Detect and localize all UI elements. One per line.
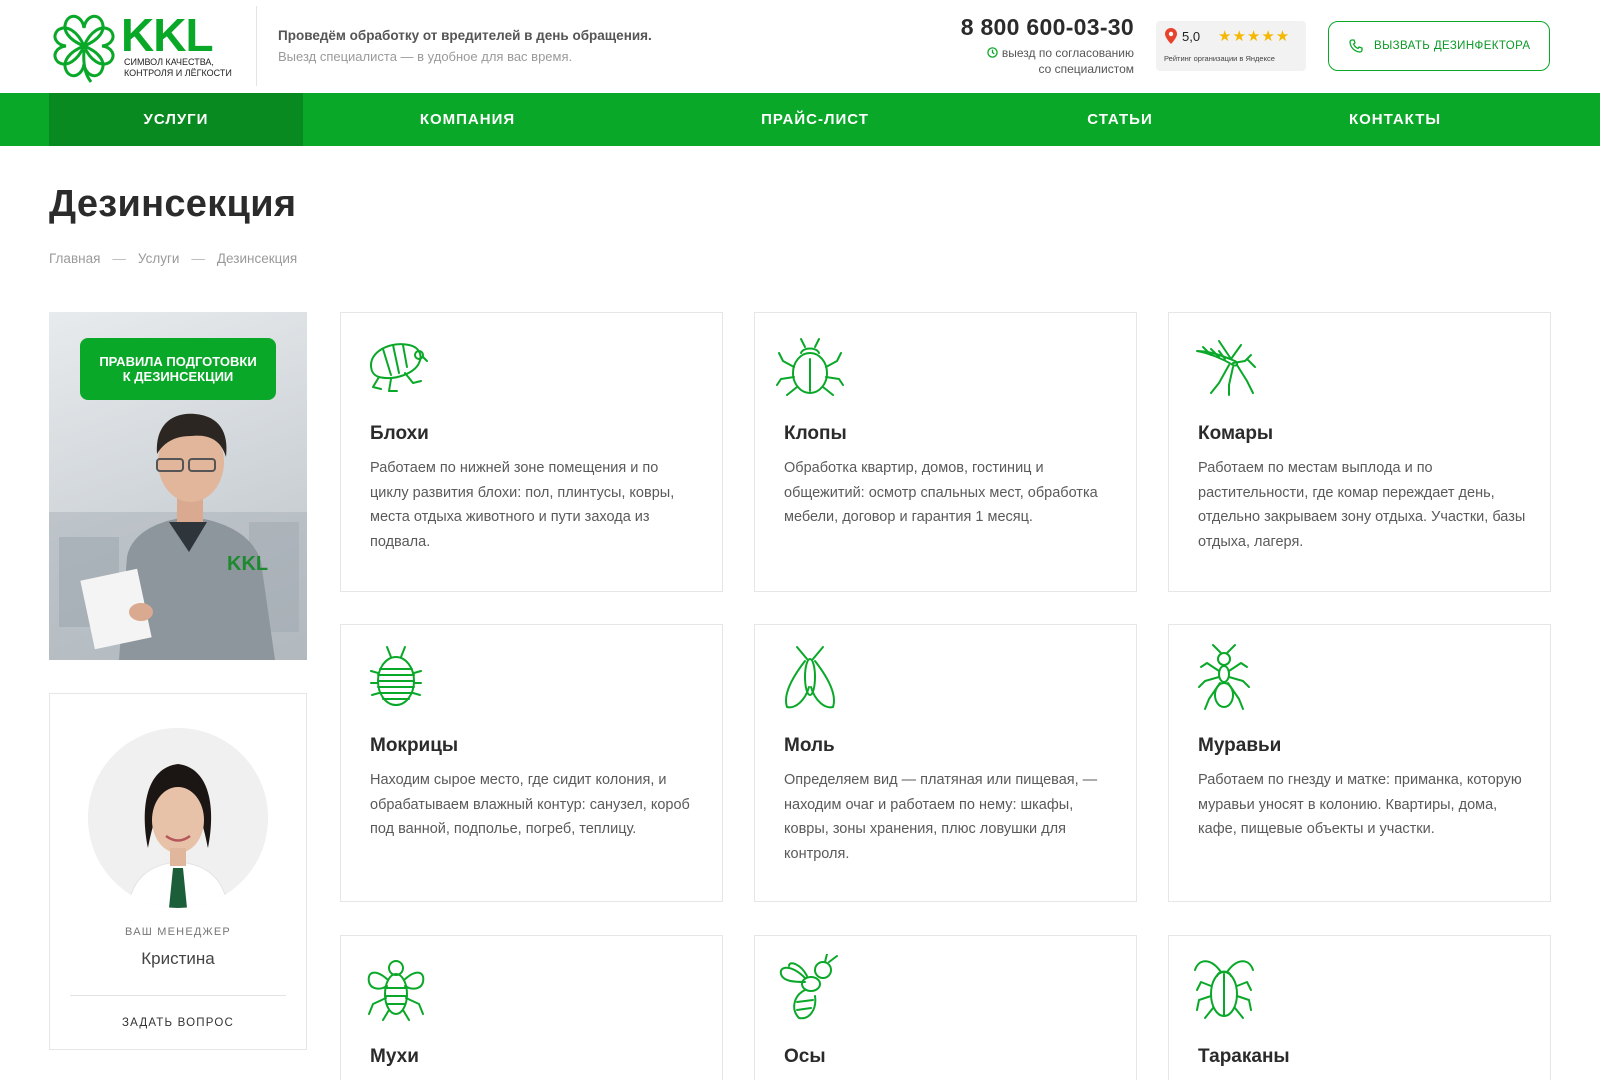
clock-icon	[987, 47, 998, 58]
divider	[70, 995, 286, 996]
visit-note-line1: выезд по согласованию	[1001, 46, 1134, 60]
rating-value: 5,0	[1182, 29, 1201, 44]
bedbug-icon	[776, 338, 844, 396]
cockroach-icon	[1194, 960, 1254, 1019]
breadcrumb-services[interactable]: Услуги	[138, 251, 180, 266]
preparation-rules-line2: к дезинсекции	[122, 369, 234, 384]
phone-icon	[1349, 39, 1363, 53]
breadcrumb-current: Дезинсекция	[216, 251, 298, 266]
wasp-icon	[779, 954, 838, 1020]
tagline: Проведём обработку от вредителей в день …	[278, 28, 652, 43]
service-card-bedbugs[interactable]: Клопы Обработка квартир, домов, гостиниц…	[754, 312, 1137, 592]
rating-stars: ★★★★★	[1218, 28, 1291, 45]
service-card-cockroaches[interactable]: Тараканы	[1168, 935, 1551, 1080]
header-divider	[256, 6, 257, 86]
card-title: Мухи	[370, 1046, 419, 1067]
nav-item-services[interactable]: Услуги	[49, 93, 303, 146]
manager-name: Кристина	[141, 949, 215, 968]
nav-item-company[interactable]: Компания	[380, 93, 555, 146]
logo-subtitle-line2: контроля и лёгкости	[124, 68, 232, 78]
card-text: Работаем по местам выплода и по растител…	[1198, 460, 1526, 550]
visit-note-line2: со специалистом	[1038, 62, 1134, 76]
service-card-moth[interactable]: Моль Определяем вид — платяная или пищев…	[754, 624, 1137, 902]
breadcrumb-separator: —	[112, 251, 126, 266]
preparation-rules-line1: Правила подготовки	[99, 354, 257, 369]
fly-icon	[367, 960, 425, 1021]
card-text: Находим сырое место, где сидит колония, …	[370, 772, 690, 837]
call-button-label: Вызвать дезинфектора	[1374, 40, 1531, 52]
phone-number[interactable]: 8 800 600-03-30	[961, 14, 1134, 41]
site-header: KKL символ качества, контроля и лёгкости…	[0, 0, 1600, 93]
mosquito-icon	[1196, 340, 1256, 396]
service-card-wasps[interactable]: Осы	[754, 935, 1137, 1080]
service-card-flies[interactable]: Мухи	[340, 935, 723, 1080]
map-pin-icon	[1165, 28, 1177, 44]
manager-role: Ваш менеджер	[125, 926, 231, 938]
service-card-ants[interactable]: Муравьи Работаем по гнезду и матке: прим…	[1168, 624, 1551, 902]
nav-item-contacts[interactable]: Контакты	[1330, 93, 1460, 146]
moth-icon	[785, 646, 835, 709]
card-text: Работаем по нижней зоне помещения и по ц…	[370, 460, 675, 550]
logo-wordmark: KKL	[121, 9, 214, 61]
tagline-sub: Выезд специалиста — в удобное для вас вр…	[278, 49, 573, 64]
preparation-rules-button[interactable]: Правила подготовки к дезинсекции	[80, 338, 276, 400]
breadcrumb-home[interactable]: Главная	[49, 251, 100, 266]
card-title: Блохи	[370, 423, 429, 444]
card-text: Обработка квартир, домов, гостиниц и общ…	[784, 460, 1098, 525]
woodlouse-icon	[370, 646, 422, 706]
preparation-rules-banner[interactable]: KKL Правила подготовки к дезинсекции	[49, 312, 307, 660]
yandex-rating-badge[interactable]: 5,0 ★★★★★ Рейтинг организации в Яндексе	[1156, 21, 1306, 71]
main-nav: Услуги Компания Прайс-лист Статьи Контак…	[0, 93, 1600, 146]
service-card-fleas[interactable]: Блохи Работаем по нижней зоне помещения …	[340, 312, 723, 592]
card-title: Муравьи	[1198, 735, 1282, 756]
card-text: Определяем вид — платяная или пищевая, —…	[784, 772, 1098, 862]
manager-card: Ваш менеджер Кристина Задать вопрос	[49, 693, 307, 1050]
breadcrumb-separator: —	[191, 251, 205, 266]
svg-text:KKL: KKL	[227, 553, 268, 575]
rating-caption: Рейтинг организации в Яндексе	[1164, 54, 1275, 63]
card-title: Моль	[784, 735, 835, 756]
card-title: Осы	[784, 1046, 826, 1067]
logo-subtitle-line1: символ качества,	[124, 57, 214, 67]
ask-question-button[interactable]: Задать вопрос	[50, 1017, 306, 1029]
card-title: Комары	[1198, 423, 1274, 444]
nav-item-articles[interactable]: Статьи	[1060, 93, 1180, 146]
nav-item-price-list[interactable]: Прайс-лист	[740, 93, 890, 146]
service-card-mosquitoes[interactable]: Комары Работаем по местам выплода и по р…	[1168, 312, 1551, 592]
logo-subtitle: символ качества, контроля и лёгкости	[124, 57, 232, 79]
breadcrumb: Главная — Услуги — Дезинсекция	[49, 251, 297, 266]
card-title: Мокрицы	[370, 735, 459, 756]
visit-note: выезд по согласованию со специалистом	[944, 45, 1134, 77]
logo[interactable]: KKL символ качества, контроля и лёгкости	[49, 9, 232, 84]
ant-icon	[1198, 644, 1250, 710]
clover-icon	[53, 14, 115, 83]
service-card-woodlice[interactable]: Мокрицы Находим сырое место, где сидит к…	[340, 624, 723, 902]
card-title: Клопы	[784, 423, 847, 444]
manager-photo	[88, 728, 268, 908]
card-text: Работаем по гнезду и матке: приманка, ко…	[1198, 772, 1522, 837]
flea-icon	[370, 343, 428, 392]
call-exterminator-button[interactable]: Вызвать дезинфектора	[1328, 21, 1550, 71]
page-title: Дезинсекция	[49, 183, 297, 225]
avatar	[88, 728, 268, 908]
card-title: Тараканы	[1198, 1046, 1290, 1067]
